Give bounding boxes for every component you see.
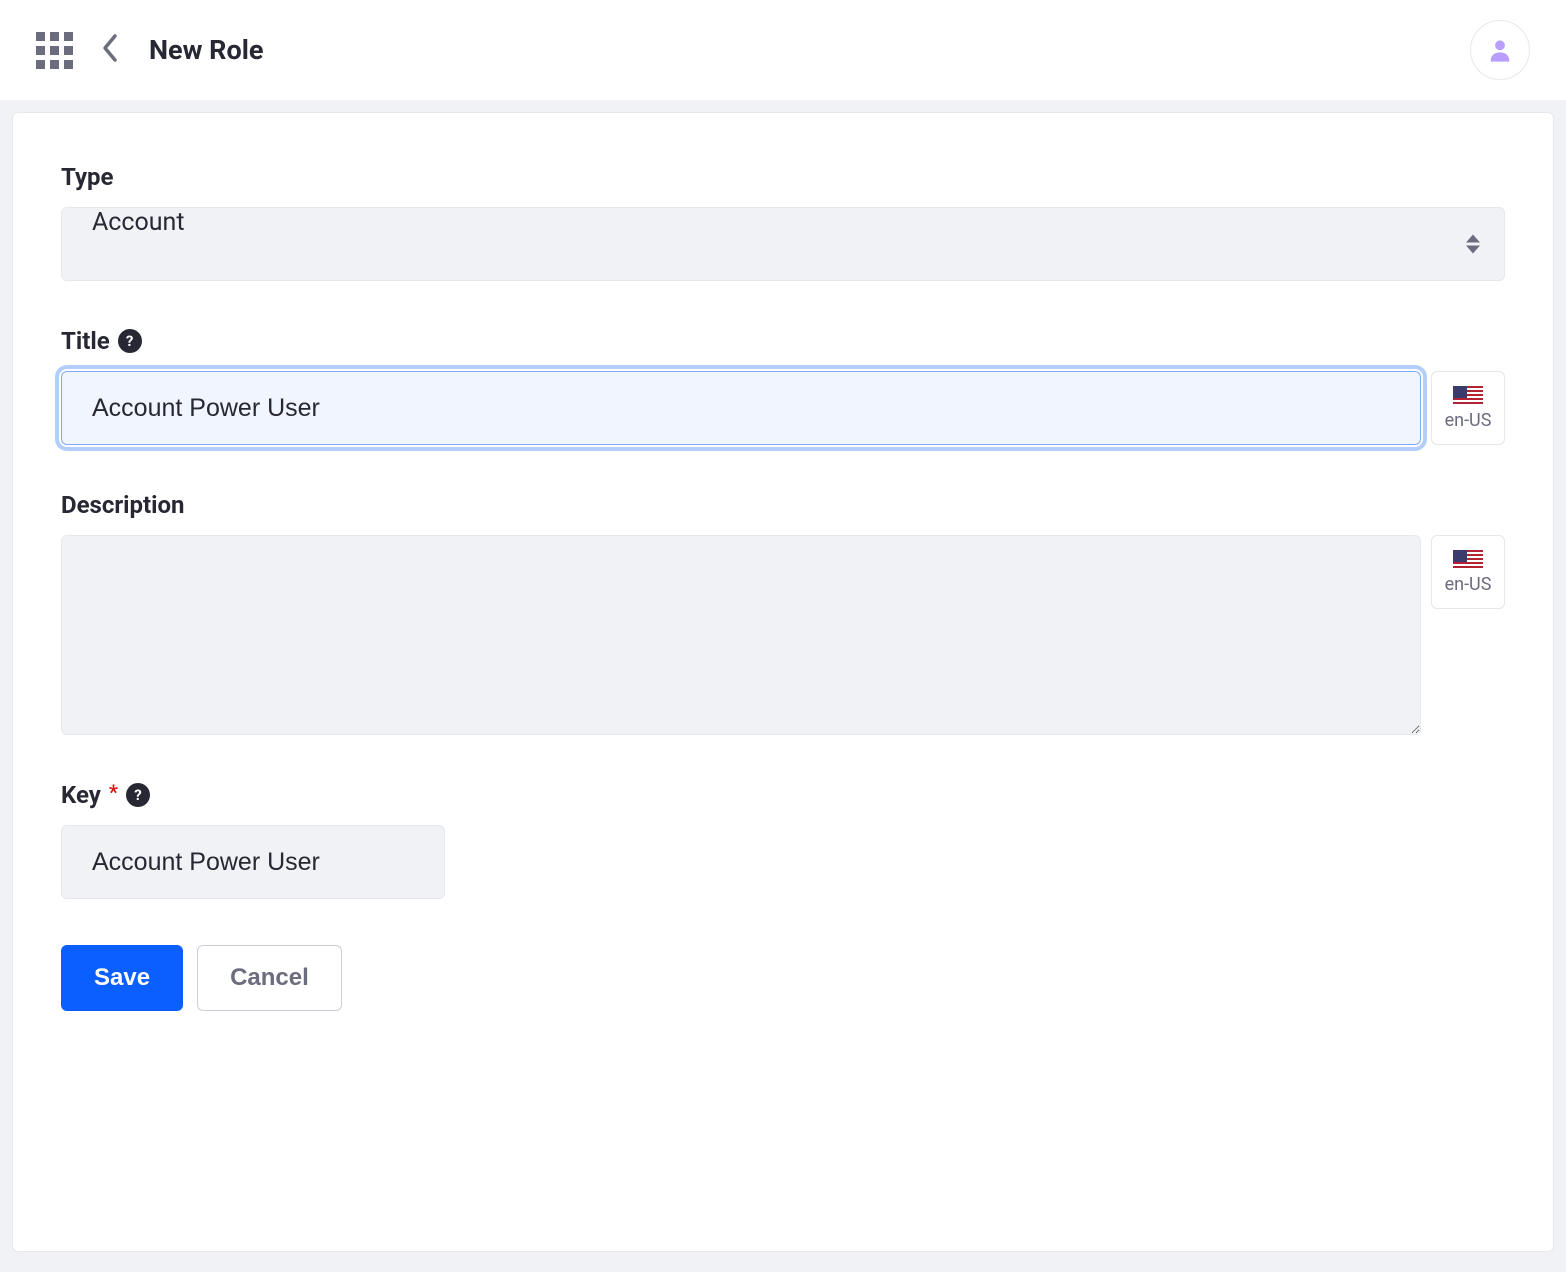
top-bar: New Role xyxy=(0,0,1566,100)
flag-us-icon xyxy=(1453,386,1483,406)
locale-text: en-US xyxy=(1445,574,1492,595)
save-button[interactable]: Save xyxy=(61,945,183,1011)
user-avatar[interactable] xyxy=(1470,20,1530,80)
required-indicator: * xyxy=(109,780,118,804)
description-textarea[interactable] xyxy=(61,535,1421,735)
cancel-button[interactable]: Cancel xyxy=(197,945,342,1011)
title-label: Title xyxy=(61,327,110,355)
key-input[interactable] xyxy=(61,825,445,899)
locale-button[interactable]: en-US xyxy=(1431,371,1505,445)
help-icon[interactable]: ? xyxy=(118,329,142,353)
apps-grid-icon[interactable] xyxy=(36,32,73,69)
title-input[interactable] xyxy=(61,371,1421,445)
flag-us-icon xyxy=(1453,550,1483,570)
back-icon[interactable] xyxy=(101,32,121,68)
user-icon xyxy=(1486,36,1514,64)
type-select-value: Account xyxy=(92,208,185,237)
locale-text: en-US xyxy=(1445,410,1492,431)
description-label: Description xyxy=(61,491,185,519)
type-select[interactable]: Account xyxy=(61,207,1505,281)
key-label: Key xyxy=(61,781,101,809)
page-title: New Role xyxy=(149,34,263,66)
form-card: Type Account Title ? xyxy=(12,112,1554,1252)
type-label: Type xyxy=(61,163,114,191)
locale-button[interactable]: en-US xyxy=(1431,535,1505,609)
help-icon[interactable]: ? xyxy=(126,783,150,807)
